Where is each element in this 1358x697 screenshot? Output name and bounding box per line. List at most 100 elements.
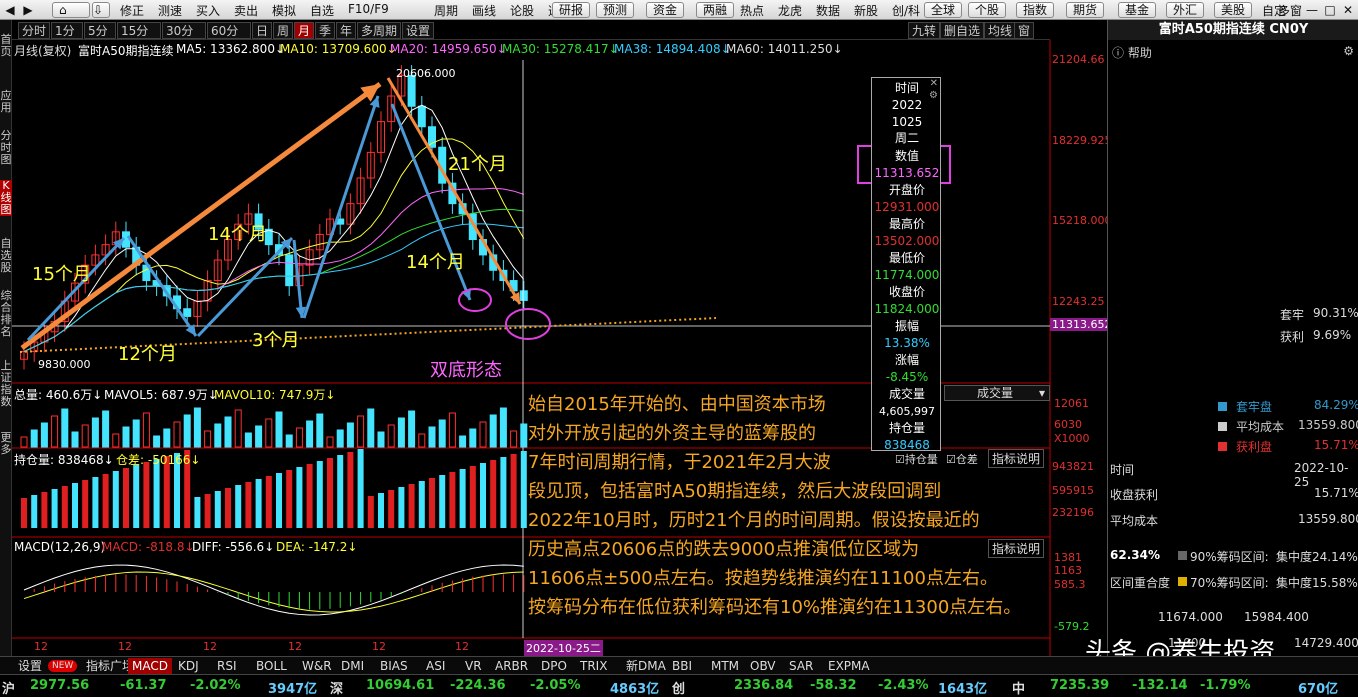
- close-profit-value: 15.71%: [1314, 486, 1358, 500]
- indicator-tab-6[interactable]: BOLL: [252, 658, 291, 674]
- indicator-tab-12[interactable]: ARBR: [491, 658, 532, 674]
- period-tab-2[interactable]: 5分: [84, 22, 116, 39]
- period-tab-11[interactable]: 多周期: [357, 22, 401, 39]
- indicator-tab-18[interactable]: OBV: [746, 658, 780, 674]
- menu-17[interactable]: 数据: [816, 2, 840, 18]
- left-tab-6[interactable]: 上证指数: [0, 360, 12, 408]
- volume-bar: [357, 415, 365, 448]
- menu-0[interactable]: 修正: [120, 2, 144, 18]
- left-tab-7[interactable]: 更多: [0, 432, 12, 456]
- period-tab-6[interactable]: 日: [252, 22, 272, 39]
- indicator-tab-11[interactable]: VR: [461, 658, 486, 674]
- nav-8[interactable]: 多窗: [1278, 2, 1302, 18]
- menu-2[interactable]: 买入: [196, 2, 220, 18]
- avg-cost-label: 平均成本: [1110, 514, 1159, 528]
- menu-15[interactable]: 热点: [740, 2, 764, 18]
- indicator-tab-13[interactable]: DPO: [537, 658, 571, 674]
- period-tab-12[interactable]: 设置: [402, 22, 434, 39]
- indicator-tab-16[interactable]: BBI: [668, 658, 696, 674]
- period-right-1[interactable]: 删自选: [940, 22, 985, 39]
- legend-value: 84.29%: [1314, 398, 1358, 412]
- left-tab-2[interactable]: 分时图: [0, 130, 12, 166]
- menu-6[interactable]: F10/F9: [348, 2, 389, 18]
- indicator-tab-0[interactable]: 设置: [14, 658, 46, 674]
- maximize-icon[interactable]: □: [1322, 2, 1338, 18]
- nav-5[interactable]: 外汇: [1166, 2, 1205, 18]
- tooltip-amp: 13.38%: [884, 336, 930, 350]
- indicator-tab-17[interactable]: MTM: [707, 658, 743, 674]
- menu-19[interactable]: 创/科: [892, 2, 920, 18]
- period-tab-0[interactable]: 分时: [18, 22, 50, 39]
- menu-1[interactable]: 测速: [158, 2, 182, 18]
- ticker-item: 1643亿: [938, 682, 988, 697]
- indicator-tab-15[interactable]: 新DMA: [622, 658, 670, 674]
- volume-bar: [61, 408, 69, 448]
- nav-0[interactable]: 全球: [924, 2, 963, 18]
- nav-6[interactable]: 美股: [1214, 2, 1253, 18]
- indicator-tab-4[interactable]: KDJ: [174, 658, 203, 674]
- period-tab-10[interactable]: 年: [336, 22, 356, 39]
- oi-bar: [408, 484, 415, 528]
- period-tab-5[interactable]: 60分: [207, 22, 251, 39]
- indicator-tab-9[interactable]: BIAS: [376, 658, 412, 674]
- period-tab-7[interactable]: 周: [273, 22, 293, 39]
- menu-18[interactable]: 新股: [854, 2, 878, 18]
- back-icon[interactable]: ◀: [2, 2, 18, 18]
- menu-11[interactable]: 研报: [552, 2, 591, 18]
- close-icon[interactable]: ✕: [1340, 2, 1356, 18]
- range-high-90: 15984.400: [1244, 610, 1309, 624]
- forward-icon[interactable]: ▶: [20, 2, 36, 18]
- left-tab-5[interactable]: 综合排名: [0, 290, 12, 338]
- menu-3[interactable]: 卖出: [234, 2, 258, 18]
- trend-arrow: [292, 239, 304, 319]
- menu-13[interactable]: 资金: [646, 2, 685, 18]
- menu-16[interactable]: 龙虎: [778, 2, 802, 18]
- indicator-tab-7[interactable]: W&R: [298, 658, 336, 674]
- x-axis-label: 12: [203, 640, 217, 653]
- period-right-2[interactable]: 均线: [984, 22, 1017, 39]
- left-tab-0[interactable]: 首页: [0, 34, 12, 58]
- gear-icon[interactable]: ⚙: [1343, 44, 1354, 58]
- indicator-tab-1[interactable]: NEW: [48, 660, 78, 672]
- menu-8[interactable]: 画线: [472, 2, 496, 18]
- home-button[interactable]: ⌂: [52, 2, 90, 18]
- indicator-tab-20[interactable]: EXPMA: [824, 658, 874, 674]
- oi-bar: [61, 486, 68, 528]
- period-tab-1[interactable]: 1分: [51, 22, 83, 39]
- cursor-price-label: 11313.652: [1050, 318, 1114, 331]
- volume-bar: [448, 412, 456, 448]
- tooltip-close-price: 11824.000: [874, 302, 940, 316]
- menu-9[interactable]: 论股: [510, 2, 534, 18]
- left-tab-1[interactable]: 应用: [0, 90, 12, 114]
- nav-1[interactable]: 个股: [968, 2, 1007, 18]
- help-link[interactable]: ⓘ 帮助: [1112, 44, 1152, 61]
- indicator-tab-5[interactable]: RSI: [213, 658, 241, 674]
- period-tab-4[interactable]: 30分: [162, 22, 206, 39]
- period-bar: 分时 1分 5分 15分 30分 60分日周月季年多周期 设置 九转 删自选 均线窗: [12, 21, 1050, 40]
- menu-5[interactable]: 自选: [310, 2, 334, 18]
- oi-bar: [367, 496, 374, 528]
- arrow-down-icon[interactable]: ⇩: [92, 2, 110, 18]
- period-tab-9[interactable]: 季: [315, 22, 335, 39]
- ticker-item: -2.02%: [190, 678, 241, 693]
- period-right-0[interactable]: 九转: [908, 22, 941, 39]
- period-tab-3[interactable]: 15分: [117, 22, 161, 39]
- left-tab-4[interactable]: 自选股: [0, 238, 12, 274]
- menu-7[interactable]: 周期: [434, 2, 458, 18]
- indicator-tab-3[interactable]: MACD: [128, 658, 172, 674]
- indicator-tab-14[interactable]: TRIX: [576, 658, 611, 674]
- menu-4[interactable]: 模拟: [272, 2, 296, 18]
- indicator-tab-19[interactable]: SAR: [785, 658, 817, 674]
- nav-4[interactable]: 基金: [1118, 2, 1157, 18]
- nav-2[interactable]: 指数: [1016, 2, 1055, 18]
- indicator-tab-8[interactable]: DMI: [337, 658, 368, 674]
- menu-12[interactable]: 预测: [596, 2, 635, 18]
- period-tab-8[interactable]: 月: [294, 22, 314, 39]
- left-tab-3[interactable]: K线图: [0, 180, 12, 216]
- label-14-months-b: 14个月: [406, 252, 465, 273]
- menu-14[interactable]: 两融: [696, 2, 735, 18]
- nav-3[interactable]: 期货: [1066, 2, 1105, 18]
- minimize-icon[interactable]: —: [1304, 2, 1320, 18]
- indicator-tab-10[interactable]: ASI: [422, 658, 449, 674]
- period-right-3[interactable]: 窗: [1014, 22, 1035, 39]
